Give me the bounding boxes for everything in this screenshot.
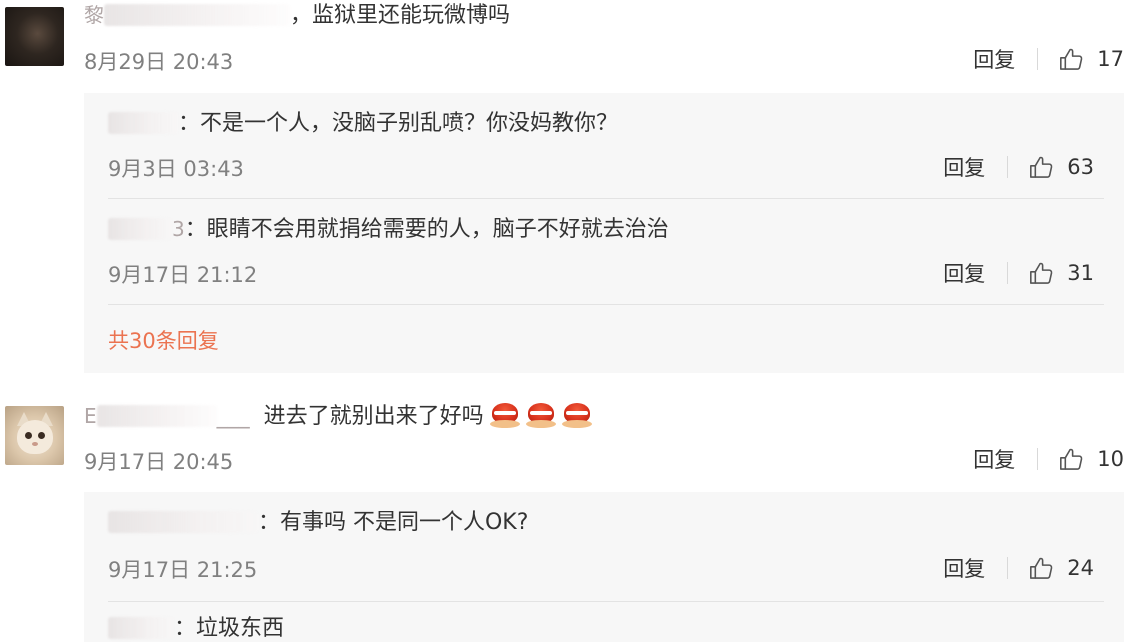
reply-actions: 回复 63 (943, 151, 1094, 183)
thumbs-up-icon (1030, 156, 1053, 178)
like-button[interactable]: 10 (1058, 446, 1124, 473)
comment-actions: 回复 10 (973, 443, 1124, 475)
comment-text: 进去了就别出来了好吗 (263, 404, 484, 429)
comment-content: 黎 ，监狱里还能玩微博吗 (84, 0, 510, 31)
reply-content: ：垃圾东西 (108, 614, 284, 644)
like-button[interactable]: 17 (1058, 46, 1124, 73)
thumbs-up-icon (1060, 448, 1083, 470)
view-all-replies-link[interactable]: 共30条回复 (108, 325, 219, 355)
author-name[interactable]: 黎 (84, 3, 104, 27)
cat-nose (32, 442, 38, 446)
like-button[interactable]: 24 (1028, 555, 1094, 582)
thumbs-up-icon (1030, 262, 1053, 284)
thumbs-up-icon (1030, 557, 1053, 579)
cat-eye (25, 432, 32, 439)
reply-list: ：有事吗 不是同一个人OK? 9月17日 21:25 回复 24 ：垃圾东西 (84, 492, 1124, 642)
author-name-blur (96, 405, 217, 427)
lantern-emoji (489, 400, 520, 430)
divider (1037, 48, 1039, 70)
comment-time: 8月29日 20:43 (84, 50, 234, 74)
comment-actions: 回复 17 (973, 43, 1124, 75)
like-count: 31 (1067, 261, 1094, 285)
cat-face (17, 420, 53, 454)
author-underscore: ___ (216, 404, 250, 429)
avatar[interactable] (5, 7, 64, 66)
reply-actions: 回复 31 (943, 257, 1094, 289)
author-name[interactable]: 3 (172, 217, 185, 241)
comment-time: 9月17日 20:45 (84, 450, 234, 474)
author-name-blur[interactable] (108, 112, 178, 134)
reply-separator (108, 304, 1104, 305)
reply-separator (108, 601, 1104, 602)
lantern-emoji (561, 400, 592, 430)
reply-text: ：有事吗 不是同一个人OK? (258, 510, 529, 535)
reply-time: 9月17日 21:25 (108, 558, 258, 582)
reply-actions: 回复 24 (943, 552, 1094, 584)
reply-separator (108, 198, 1104, 199)
comment-text: ，监狱里还能玩微博吗 (290, 3, 511, 28)
reply-content: 3：眼睛不会用就捐给需要的人，脑子不好就去治治 (108, 214, 669, 245)
author-name-blur[interactable] (108, 218, 172, 240)
like-count: 24 (1067, 556, 1094, 580)
author-name-blur[interactable] (108, 617, 174, 639)
reply-content: ：有事吗 不是同一个人OK? (108, 508, 528, 538)
like-count: 10 (1097, 447, 1124, 471)
divider (1007, 262, 1009, 284)
reply-time: 9月3日 03:43 (108, 157, 244, 181)
reply-button[interactable]: 回复 (943, 553, 985, 583)
reply-text: ：眼睛不会用就捐给需要的人，脑子不好就去治治 (184, 217, 669, 242)
reply-content: ：不是一个人，没脑子别乱喷？你没妈教你？ (108, 109, 618, 139)
cat-eye (38, 432, 45, 439)
reply-button[interactable]: 回复 (943, 152, 985, 182)
author-name-blur[interactable] (108, 511, 258, 533)
like-button[interactable]: 63 (1028, 154, 1094, 181)
author-name-blur (104, 4, 290, 26)
thumbs-up-icon (1060, 48, 1083, 70)
author-name[interactable]: E (84, 404, 97, 428)
reply-list: ：不是一个人，没脑子别乱喷？你没妈教你？ 9月3日 03:43 回复 63 3：… (84, 93, 1124, 373)
lantern-emoji (525, 400, 556, 430)
divider (1007, 557, 1009, 579)
like-count: 63 (1067, 155, 1094, 179)
comment-content: E ___ 进去了就别出来了好吗 (84, 400, 592, 432)
reply-button[interactable]: 回复 (943, 258, 985, 288)
reply-button[interactable]: 回复 (973, 444, 1015, 474)
reply-text: ：不是一个人，没脑子别乱喷？你没妈教你？ (178, 111, 619, 136)
divider (1007, 156, 1009, 178)
like-count: 17 (1097, 47, 1124, 71)
like-button[interactable]: 31 (1028, 260, 1094, 287)
reply-text: ：垃圾东西 (174, 616, 285, 641)
avatar[interactable] (5, 406, 64, 465)
reply-button[interactable]: 回复 (973, 44, 1015, 74)
divider (1037, 448, 1039, 470)
reply-time: 9月17日 21:12 (108, 263, 258, 287)
